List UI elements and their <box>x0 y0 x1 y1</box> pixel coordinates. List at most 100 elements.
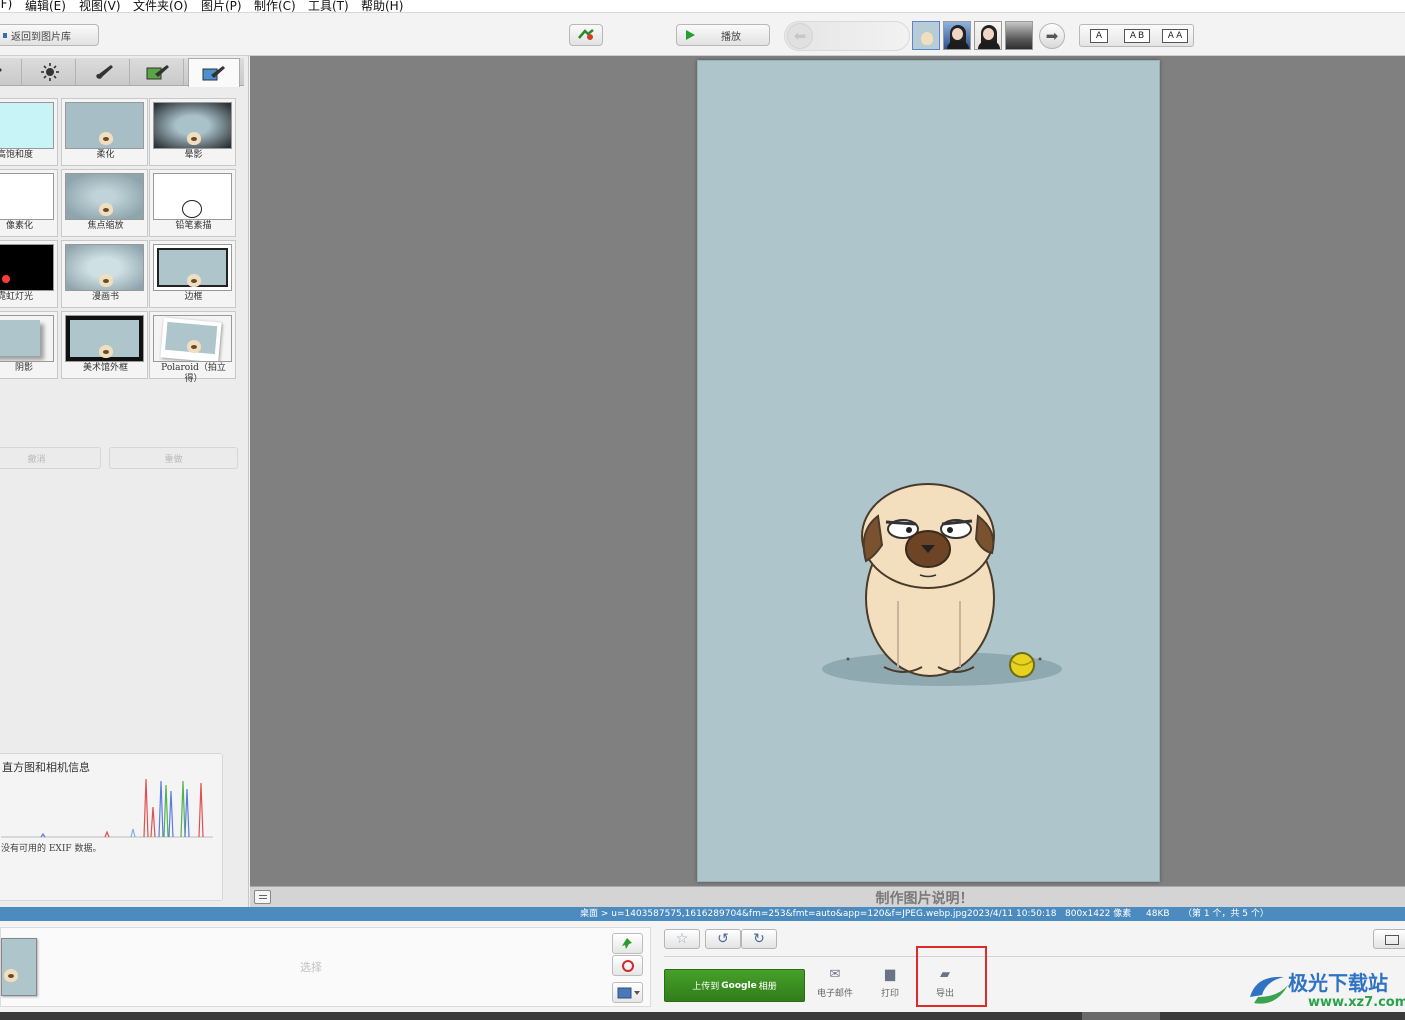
effect-preview <box>0 315 54 362</box>
effect-comic[interactable]: 漫画书 <box>61 240 148 308</box>
effect-saturated[interactable]: 提高饱和度 <box>0 98 58 166</box>
pin-icon <box>622 938 632 949</box>
caption-bar: 制作图片说明！ <box>250 886 1405 907</box>
upload-google-photos-button[interactable]: 上传到 Google 相册 <box>664 969 805 1002</box>
effect-shadow[interactable]: 阴影 <box>0 311 58 379</box>
layout-double-button[interactable]: AA <box>1162 29 1188 43</box>
tab-effects[interactable] <box>78 59 130 85</box>
effect-label: 美术馆外框 <box>82 363 128 373</box>
effect-vignette[interactable]: 晕影 <box>149 98 236 166</box>
filmstrip-thumb-current[interactable] <box>912 21 940 50</box>
share-button[interactable] <box>569 24 603 46</box>
effect-focal[interactable]: 焦点缩放 <box>61 169 148 237</box>
layout-compare-button[interactable]: AB <box>1124 29 1150 43</box>
clear-selection-button[interactable] <box>612 955 643 976</box>
upload-prefix: 上传到 <box>692 982 720 992</box>
play-label: 播放 <box>721 31 741 43</box>
upload-brand: Google <box>721 980 757 991</box>
exif-info-text: 没有可用的 EXIF 数据。 <box>1 844 102 854</box>
play-slideshow-button[interactable]: 播放 <box>676 24 770 46</box>
caption-placeholder[interactable]: 制作图片说明！ <box>250 888 1405 908</box>
watermark-logo-icon <box>1250 976 1288 1004</box>
email-label: 电子邮件 <box>816 989 853 999</box>
menu-view[interactable]: 视图(V) <box>79 0 121 14</box>
effect-sketch[interactable]: 铅笔素描 <box>149 169 236 237</box>
effect-preview <box>0 173 54 220</box>
effect-gallery[interactable]: 美术馆外框 <box>61 311 148 379</box>
edit-tabs <box>0 58 244 87</box>
toolbar: 返回到图片库 播放 ⬅ ➡ A AB AA <box>0 13 1405 56</box>
rotate-left-icon: ↺ <box>717 931 729 947</box>
effect-label: 晕影 <box>184 150 203 160</box>
print-button[interactable]: ▆ 打印 <box>864 967 916 1003</box>
menu-create[interactable]: 制作(C) <box>254 0 296 14</box>
tray-thumbnail[interactable] <box>1 938 37 996</box>
tab-frames[interactable] <box>188 58 240 87</box>
status-position: （第 1 个，共 5 个） <box>1183 909 1269 919</box>
printer-icon: ▆ <box>885 967 895 982</box>
effect-preview <box>0 102 54 149</box>
effect-border[interactable]: 边框 <box>149 240 236 308</box>
layout-single-button[interactable]: A <box>1090 29 1108 43</box>
tab-tuning[interactable] <box>24 59 76 85</box>
effect-label: 霓虹灯光 <box>0 292 33 302</box>
tab-more-effects[interactable] <box>132 59 184 85</box>
pin-button[interactable] <box>612 933 643 954</box>
menu-tools[interactable]: 工具(T) <box>308 0 349 14</box>
star-button[interactable]: ☆ <box>664 929 700 949</box>
brush-icon <box>95 65 113 79</box>
effect-preview <box>65 315 144 362</box>
effect-preview <box>153 315 232 362</box>
effect-label: 铅笔素描 <box>175 221 212 231</box>
effect-label: 柔化 <box>96 150 115 160</box>
menu-help[interactable]: 帮助(H) <box>361 0 403 14</box>
menu-file[interactable]: (F) <box>0 0 12 11</box>
watermark-url: www.xz7.com <box>1308 995 1405 1010</box>
tray-divider <box>664 956 1405 957</box>
next-image-button[interactable]: ➡ <box>1039 23 1065 49</box>
histogram-chart <box>1 778 213 838</box>
previous-image-button[interactable]: ⬅ <box>787 23 813 49</box>
menu-folder[interactable]: 文件夹(O) <box>133 0 188 14</box>
effect-pixelate[interactable]: 像素化 <box>0 169 58 237</box>
star-icon: ☆ <box>675 931 689 947</box>
effect-preview <box>65 173 144 220</box>
effect-preview <box>153 244 232 291</box>
photo-tray: 选择 ☆ ↺ ↻ 上传到 Google 相册 ✉ 电子邮件 ▆ 打印 ▰ 导出 <box>0 921 1405 1012</box>
upload-suffix: 相册 <box>758 982 777 992</box>
effect-preview <box>65 102 144 149</box>
menu-picture[interactable]: 图片(P) <box>201 0 242 14</box>
share-icon <box>578 29 594 40</box>
brush-blue-icon <box>202 66 225 81</box>
status-bar: 桌面 > u=1403587575,1616289704&fm=253&fmt=… <box>0 907 1405 921</box>
filmstrip-thumb[interactable] <box>1005 21 1033 50</box>
sun-icon <box>40 63 59 81</box>
rotate-right-icon: ↻ <box>753 931 765 947</box>
tab-basic-fixes[interactable] <box>0 59 22 85</box>
edit-panel: 提高饱和度 柔化 晕影像素化 焦点缩放 铅笔素描霓虹灯光 漫画书 边框阴影 美术馆外框 Pola… <box>0 56 249 907</box>
status-datetime: 2023/4/11 10:50:18 <box>967 909 1057 919</box>
redo-button[interactable]: 重做 <box>109 447 238 469</box>
effect-polaroid[interactable]: Polaroid（拍立得） <box>149 311 236 384</box>
wrench-icon <box>0 68 2 72</box>
rotate-right-button[interactable]: ↻ <box>741 929 777 949</box>
status-path: 桌面 > u=1403587575,1616289704&fm=253&fmt=… <box>580 909 967 919</box>
add-to-album-button[interactable] <box>612 982 643 1003</box>
filmstrip-thumb[interactable] <box>974 21 1002 50</box>
window-bottom-edge <box>0 1012 1405 1020</box>
menu-edit[interactable]: 编辑(E) <box>25 0 66 14</box>
print-label: 打印 <box>880 989 899 999</box>
caption-layout-group: A AB AA <box>1079 24 1194 47</box>
effect-soft[interactable]: 柔化 <box>61 98 148 166</box>
undo-button[interactable]: 撤消 <box>0 447 101 469</box>
fit-screen-button[interactable] <box>1373 929 1405 949</box>
filmstrip-thumb[interactable] <box>943 21 971 50</box>
effect-neon[interactable]: 霓虹灯光 <box>0 240 58 308</box>
email-button[interactable]: ✉ 电子邮件 <box>809 967 861 1003</box>
back-to-library-button[interactable]: 返回到图片库 <box>0 24 99 46</box>
rotate-left-button[interactable]: ↺ <box>705 929 741 949</box>
back-to-library-label: 返回到图片库 <box>11 31 71 43</box>
histogram-title: 直方图和相机信息 <box>2 761 90 774</box>
tray-select-label: 选择 <box>300 961 322 974</box>
photo-viewer <box>250 56 1405 886</box>
